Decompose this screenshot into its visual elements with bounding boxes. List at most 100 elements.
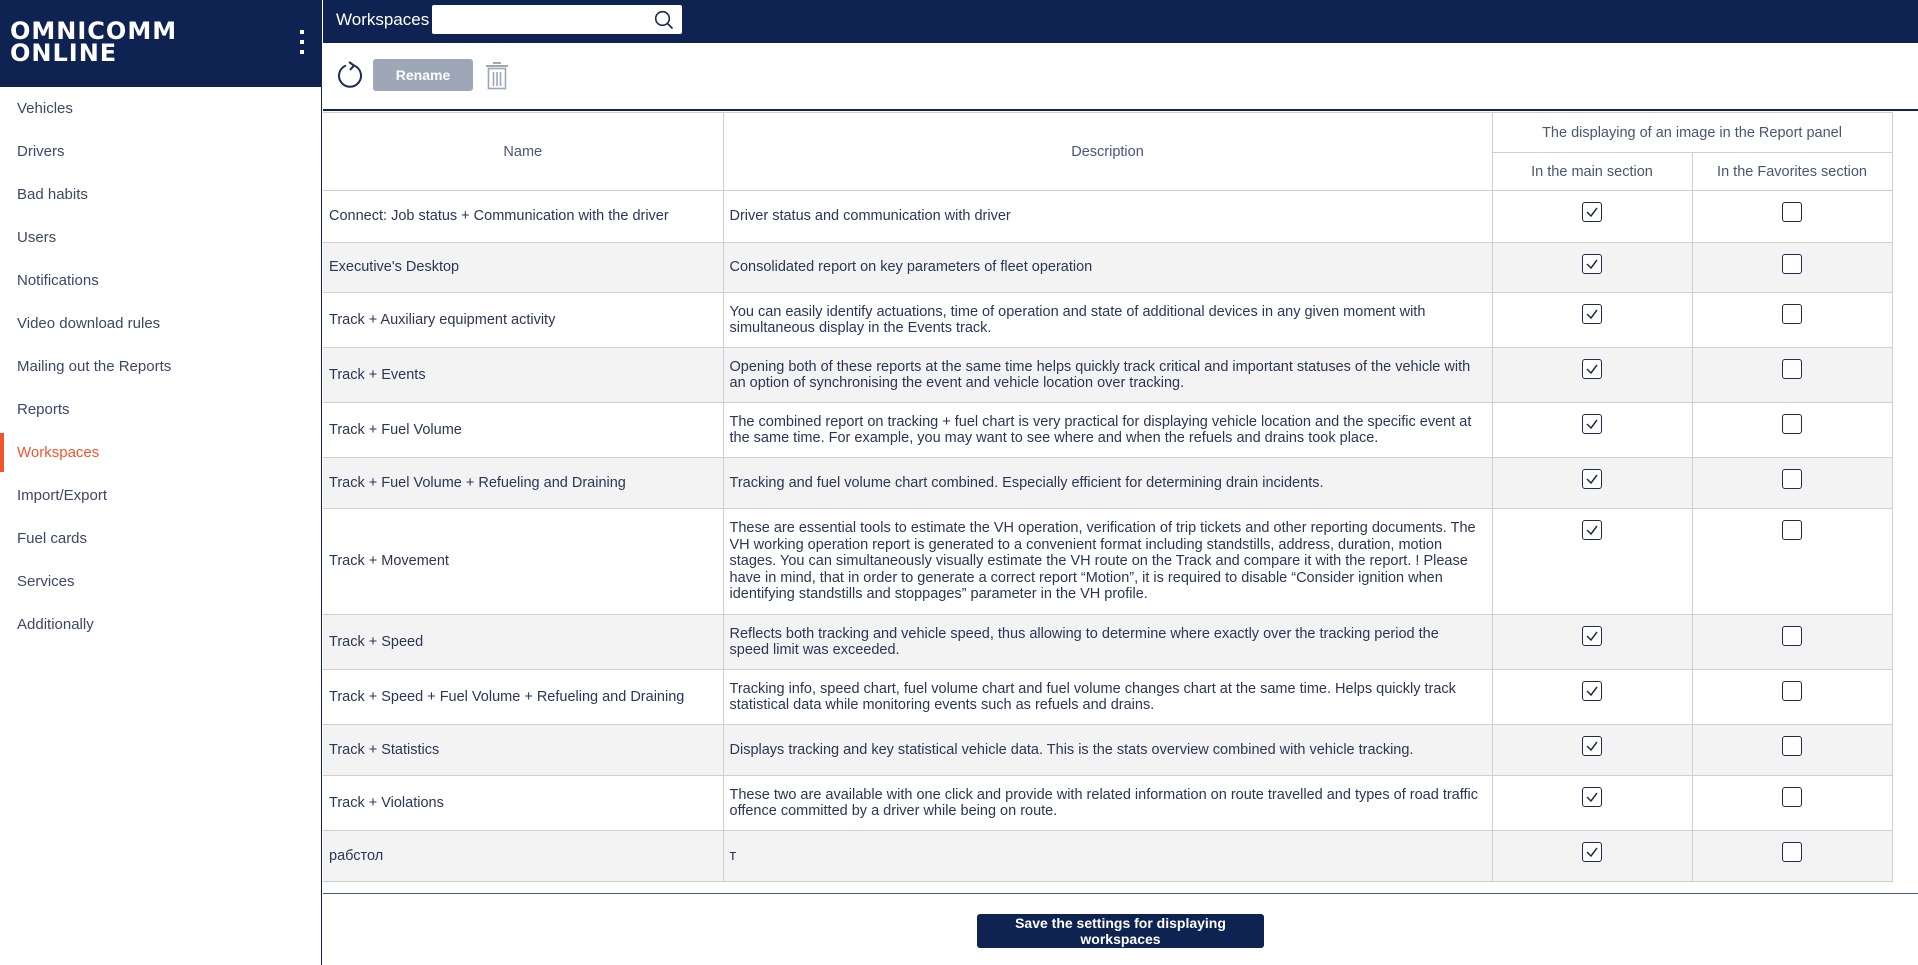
- row-spacer: [1892, 830, 1894, 882]
- sidebar-item-label: Workspaces: [17, 444, 100, 461]
- table-row[interactable]: Track + Speed + Fuel Volume + Refueling …: [323, 669, 1894, 725]
- favorites-section-checkbox[interactable]: [1782, 626, 1802, 646]
- main-section-cell: [1491, 347, 1693, 403]
- sidebar-item-label: Vehicles: [17, 100, 73, 117]
- workspace-name: Track + Speed + Fuel Volume + Refueling …: [323, 669, 724, 725]
- more-menu-icon[interactable]: [298, 30, 306, 54]
- search-icon[interactable]: [654, 10, 674, 30]
- workspace-name: Track + Violations: [323, 775, 724, 831]
- sidebar-item-notifications[interactable]: Notifications: [0, 259, 321, 302]
- main-section-checkbox[interactable]: [1582, 787, 1602, 807]
- sidebar-item-additionally[interactable]: Additionally: [0, 603, 321, 646]
- sidebar-item-import-export[interactable]: Import/Export: [0, 474, 321, 517]
- table-row[interactable]: Track + Auxiliary equipment activity You …: [323, 292, 1894, 348]
- favorites-section-checkbox[interactable]: [1782, 202, 1802, 222]
- sidebar-item-video-download-rules[interactable]: Video download rules: [0, 302, 321, 345]
- rename-button[interactable]: Rename: [373, 59, 473, 91]
- sidebar-item-services[interactable]: Services: [0, 560, 321, 603]
- main-section-checkbox[interactable]: [1582, 304, 1602, 324]
- search-input[interactable]: [432, 5, 682, 34]
- logo[interactable]: OMNICOMM ONLINE: [10, 19, 177, 65]
- row-spacer: [1892, 614, 1894, 670]
- workspace-description: Driver status and communication with dri…: [722, 190, 1493, 243]
- workspace-name: Track + Events: [323, 347, 724, 403]
- favorites-section-checkbox[interactable]: [1782, 254, 1802, 274]
- main-section-checkbox[interactable]: [1582, 202, 1602, 222]
- favorites-section-checkbox[interactable]: [1782, 304, 1802, 324]
- workspace-name: Track + Speed: [323, 614, 724, 670]
- table-row[interactable]: Executive's Desktop Consolidated report o…: [323, 242, 1894, 293]
- main-section-checkbox[interactable]: [1582, 626, 1602, 646]
- favorites-section-cell: [1691, 669, 1893, 725]
- sidebar-item-drivers[interactable]: Drivers: [0, 130, 321, 173]
- table-row[interactable]: Connect: Job status + Communication with…: [323, 190, 1894, 243]
- save-settings-button[interactable]: Save the settings for displaying workspa…: [977, 914, 1264, 948]
- main-section-checkbox[interactable]: [1582, 681, 1602, 701]
- favorites-section-cell: [1691, 457, 1893, 509]
- row-spacer: [1892, 402, 1894, 458]
- workspace-description: т: [722, 830, 1493, 882]
- sidebar-item-bad-habits[interactable]: Bad habits: [0, 173, 321, 216]
- main-section-checkbox[interactable]: [1582, 469, 1602, 489]
- workspace-name: Connect: Job status + Communication with…: [323, 190, 724, 243]
- sidebar-item-label: Services: [17, 573, 75, 590]
- main-section-checkbox[interactable]: [1582, 842, 1602, 862]
- favorites-section-cell: [1691, 508, 1893, 615]
- sidebar-item-reports[interactable]: Reports: [0, 388, 321, 431]
- sidebar-item-vehicles[interactable]: Vehicles: [0, 87, 321, 130]
- workspace-description: These are essential tools to estimate th…: [722, 508, 1493, 615]
- refresh-icon[interactable]: [335, 60, 365, 90]
- table-row[interactable]: Track + Speed Reflects both tracking and …: [323, 614, 1894, 670]
- main-section-checkbox[interactable]: [1582, 414, 1602, 434]
- column-header-main-section: In the main section: [1492, 152, 1693, 191]
- divider: [323, 893, 1918, 894]
- row-spacer: [1892, 292, 1894, 348]
- sidebar-item-fuel-cards[interactable]: Fuel cards: [0, 517, 321, 560]
- row-spacer: [1892, 347, 1894, 403]
- favorites-section-checkbox[interactable]: [1782, 414, 1802, 434]
- page-title: Workspaces: [336, 10, 430, 29]
- table-row[interactable]: Track + Statistics Displays tracking and …: [323, 724, 1894, 776]
- main-section-checkbox[interactable]: [1582, 359, 1602, 379]
- main-section-checkbox[interactable]: [1582, 254, 1602, 274]
- row-spacer: [1892, 190, 1894, 243]
- favorites-section-checkbox[interactable]: [1782, 736, 1802, 756]
- favorites-section-checkbox[interactable]: [1782, 520, 1802, 540]
- table-row[interactable]: Track + Events Opening both of these repo…: [323, 347, 1894, 403]
- favorites-section-checkbox[interactable]: [1782, 681, 1802, 701]
- sidebar-item-mailing-out-the-reports[interactable]: Mailing out the Reports: [0, 345, 321, 388]
- column-header-name: Name: [323, 112, 724, 191]
- workspace-name: Track + Movement: [323, 508, 724, 615]
- favorites-section-checkbox[interactable]: [1782, 469, 1802, 489]
- sidebar-item-label: Video download rules: [17, 315, 161, 332]
- favorites-section-checkbox[interactable]: [1782, 842, 1802, 862]
- favorites-section-cell: [1691, 402, 1893, 458]
- row-spacer: [1892, 457, 1894, 509]
- main-section-checkbox[interactable]: [1582, 736, 1602, 756]
- main-section-cell: [1491, 402, 1693, 458]
- table-row[interactable]: Track + Fuel Volume + Refueling and Drai…: [323, 457, 1894, 509]
- row-spacer: [1892, 724, 1894, 776]
- main-section-checkbox[interactable]: [1582, 520, 1602, 540]
- table-row[interactable]: рабстол т: [323, 830, 1894, 882]
- sidebar-item-label: Mailing out the Reports: [17, 358, 172, 375]
- sidebar: OMNICOMM ONLINE Vehicles Drivers Bad habit…: [0, 0, 322, 965]
- trash-icon[interactable]: [485, 62, 509, 90]
- main-section-cell: [1491, 830, 1693, 882]
- table-row[interactable]: Track + Fuel Volume The combined report o…: [323, 402, 1894, 458]
- column-spacer: [1891, 112, 1894, 191]
- workspaces-table-wrap: Name Description The displaying of an im…: [323, 112, 1894, 882]
- sidebar-item-users[interactable]: Users: [0, 216, 321, 259]
- favorites-section-checkbox[interactable]: [1782, 359, 1802, 379]
- favorites-section-cell: [1691, 724, 1893, 776]
- main-section-cell: [1491, 775, 1693, 831]
- main-section-cell: [1491, 669, 1693, 725]
- favorites-section-checkbox[interactable]: [1782, 787, 1802, 807]
- sidebar-nav: Vehicles Drivers Bad habits Users Notificati…: [0, 87, 321, 646]
- table-row[interactable]: Track + Movement These are essential tool…: [323, 508, 1894, 615]
- column-group-header: The displaying of an image in the Report…: [1491, 112, 1893, 153]
- sidebar-item-label: Import/Export: [17, 487, 108, 504]
- table-row[interactable]: Track + Violations These two are availabl…: [323, 775, 1894, 831]
- workspace-name: Executive's Desktop: [323, 242, 724, 293]
- sidebar-item-workspaces[interactable]: Workspaces: [0, 431, 321, 474]
